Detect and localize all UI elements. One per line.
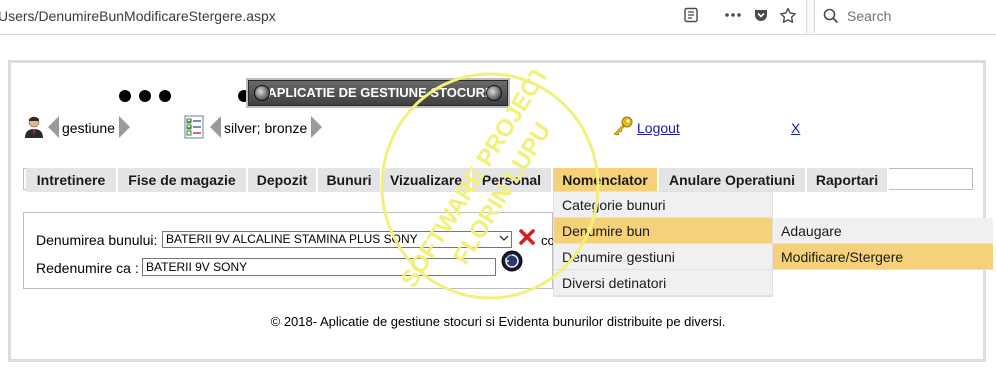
- browser-search-box[interactable]: Search: [814, 0, 996, 33]
- banner-knob-icon: [254, 85, 270, 101]
- menu-item-intretinere[interactable]: Intretinere: [26, 168, 118, 192]
- close-link[interactable]: X: [791, 120, 800, 136]
- menu-item-bunuri[interactable]: Bunuri: [318, 168, 382, 192]
- redenumire-label: Redenumire ca :: [36, 260, 139, 276]
- role-next-arrow-icon[interactable]: [311, 116, 322, 138]
- logout-link[interactable]: Logout: [637, 120, 680, 136]
- app-title: APLICATIE DE GESTIUNE STOCURI: [267, 85, 489, 100]
- submenu-item-denumire-bun[interactable]: Denumire bun: [554, 218, 772, 244]
- submenu-item-adaugare[interactable]: Adaugare: [773, 218, 993, 244]
- url-text[interactable]: Users/DenumireBunModificareStergere.aspx: [0, 8, 276, 24]
- submenu-item-diversi-detinatori[interactable]: Diversi detinatori: [554, 270, 772, 296]
- search-icon: [823, 8, 839, 27]
- delete-icon[interactable]: [518, 228, 536, 249]
- nomenclator-submenu: Categorie bunuri Denumire bun Denumire g…: [553, 191, 773, 297]
- dot-decoration: [119, 90, 131, 102]
- pocket-icon[interactable]: [752, 7, 770, 25]
- more-actions-icon[interactable]: [724, 7, 742, 25]
- checklist-icon: [184, 115, 204, 142]
- denumire-select[interactable]: BATERII 9V ALCALINE STAMINA PLUS SONY: [162, 231, 512, 248]
- redenumire-input-value: BATERII 9V SONY: [146, 260, 248, 274]
- menu-item-anulare-operatiuni[interactable]: Anulare Operatiuni: [659, 168, 807, 192]
- app-title-banner: APLICATIE DE GESTIUNE STOCURI: [248, 80, 508, 106]
- menu-item-vizualizare[interactable]: Vizualizare: [382, 168, 472, 192]
- menu-item-personal[interactable]: Personal: [472, 168, 553, 192]
- menu-item-raportari[interactable]: Raportari: [807, 168, 889, 192]
- menu-item-fise-de-magazie[interactable]: Fise de magazie: [118, 168, 248, 192]
- search-placeholder: Search: [847, 8, 892, 24]
- denumire-bun-submenu: Adaugare Modificare/Stergere: [773, 218, 993, 270]
- dot-decoration: [159, 90, 171, 102]
- bookmark-star-icon[interactable]: [779, 7, 797, 25]
- denumire-label: Denumirea bunului:: [36, 232, 158, 248]
- user-icon: [24, 116, 44, 141]
- menu-item-nomenclator[interactable]: Nomenclator: [553, 168, 659, 192]
- dot-decoration: [139, 90, 151, 102]
- banner-knob-icon: [486, 85, 502, 101]
- redenumire-input[interactable]: BATERII 9V SONY: [142, 258, 496, 276]
- menu-item-depozit[interactable]: Depozit: [248, 168, 318, 192]
- key-icon: [612, 116, 634, 139]
- roles-label: silver; bronze: [224, 120, 308, 136]
- user-next-arrow-icon[interactable]: [119, 116, 130, 138]
- role-prev-arrow-icon[interactable]: [210, 116, 221, 138]
- submenu-item-categorie-bunuri[interactable]: Categorie bunuri: [554, 192, 772, 218]
- chevron-down-icon[interactable]: [496, 232, 511, 247]
- footer-text: © 2018- Aplicatie de gestiune stocuri si…: [270, 314, 726, 329]
- submenu-item-modificare-stergere[interactable]: Modificare/Stergere: [773, 244, 993, 270]
- user-prev-arrow-icon[interactable]: [48, 116, 59, 138]
- user-label: gestiune: [62, 120, 115, 136]
- save-rename-icon[interactable]: [501, 250, 523, 275]
- form-panel: [23, 212, 553, 289]
- denumire-select-value: BATERII 9V ALCALINE STAMINA PLUS SONY: [166, 232, 418, 246]
- submenu-item-denumire-gestiuni[interactable]: Denumire gestiuni: [554, 244, 772, 270]
- reader-view-icon[interactable]: [682, 7, 700, 25]
